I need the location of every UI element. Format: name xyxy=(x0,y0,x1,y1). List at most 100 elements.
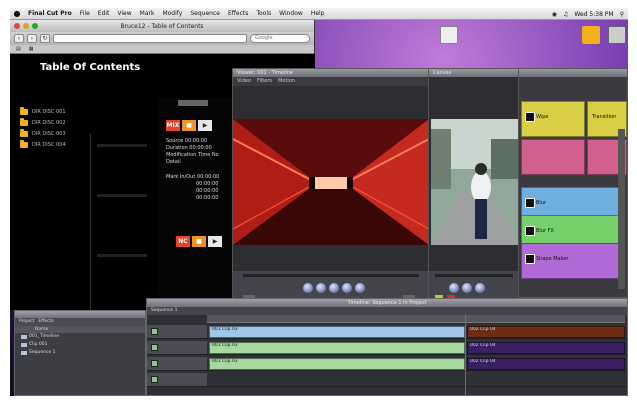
track-v1: 001 Clip 03 002 Clip 04 xyxy=(147,325,627,339)
canvas-titlebar[interactable]: Canvas xyxy=(429,69,519,77)
browser-titlebar[interactable]: Bruce12 - Table of Contents xyxy=(10,20,314,32)
tab-filters[interactable]: Filters xyxy=(257,77,272,86)
clip-info-panel: MIX ■ ▶ Source 00:00:00 Duration 00:00:0… xyxy=(158,98,236,298)
address-bar[interactable] xyxy=(53,34,247,43)
project-panel: Project Effects Name 001_Timeline Clip 0… xyxy=(14,310,146,396)
folder-list: DIR DISC 001 DIR DISC 002 DIR DISC 003 D… xyxy=(20,106,66,150)
play-button[interactable] xyxy=(329,283,339,293)
list-item[interactable]: Clip 001 xyxy=(15,341,145,349)
track-a1: 001 Clip 03 002 Clip 04 xyxy=(147,341,627,355)
tab-motion[interactable]: Motion xyxy=(278,77,295,86)
topsites-icon[interactable]: ▦ xyxy=(29,46,34,52)
timeline-clip[interactable]: 002 Clip 04 xyxy=(467,358,625,370)
clock[interactable]: Wed 5:38 PM xyxy=(574,11,613,18)
mix-controls: MIX ■ ▶ xyxy=(166,120,212,131)
timeline-clip[interactable]: 001 Clip 03 xyxy=(209,342,465,354)
track-audio-toggle[interactable] xyxy=(151,360,158,367)
effect-label: Shape Maker xyxy=(536,256,569,262)
canvas-scrubber[interactable] xyxy=(435,274,513,277)
nc-play-button[interactable]: ▶ xyxy=(208,236,222,247)
timeline-titlebar[interactable]: Timeline: Sequence 1 in Project xyxy=(147,299,627,307)
playhead[interactable] xyxy=(465,315,466,396)
project-titlebar[interactable] xyxy=(15,311,145,318)
menu-edit[interactable]: Edit xyxy=(94,10,114,17)
timeline-ruler[interactable] xyxy=(207,315,625,323)
tab-project[interactable]: Project xyxy=(19,318,34,326)
viewer-titlebar[interactable]: Viewer: 001 - Timeline xyxy=(233,69,429,77)
play-around-button[interactable] xyxy=(342,283,352,293)
canvas-play-button[interactable] xyxy=(449,283,459,293)
folder-label: DIR DISC 001 xyxy=(32,108,66,115)
apple-menu-icon[interactable]: ● xyxy=(10,9,24,18)
info-pill[interactable] xyxy=(178,100,208,106)
folder-item[interactable]: DIR DISC 003 xyxy=(20,128,66,139)
mix-play-button[interactable]: ▶ xyxy=(198,120,212,131)
nc-button[interactable]: NC xyxy=(176,236,190,247)
track-header xyxy=(147,325,207,338)
list-item[interactable]: 001_Timeline xyxy=(15,333,145,341)
menu-tools[interactable]: Tools xyxy=(252,10,275,17)
desktop-folder-icon[interactable] xyxy=(582,26,600,44)
canvas-window: Canvas xyxy=(428,68,520,306)
menu-sequence[interactable]: Sequence xyxy=(186,10,224,17)
folder-item[interactable]: DIR DISC 004 xyxy=(20,139,66,150)
column-header-name[interactable]: Name xyxy=(15,326,145,333)
mix-square-button[interactable]: ■ xyxy=(182,120,196,131)
timeline-clip[interactable]: 001 Clip 03 xyxy=(209,358,465,370)
folder-icon xyxy=(20,117,28,126)
tab-video[interactable]: Video xyxy=(237,77,251,86)
tab-sequence[interactable]: Sequence 1 xyxy=(151,307,178,315)
wipe-icon xyxy=(525,112,535,122)
track-visibility-toggle[interactable] xyxy=(151,328,158,335)
menu-effects[interactable]: Effects xyxy=(224,10,252,17)
menu-help[interactable]: Help xyxy=(307,10,329,17)
folder-item[interactable]: DIR DISC 002 xyxy=(20,117,66,128)
folder-label: DIR DISC 002 xyxy=(32,119,66,126)
timeline-clip[interactable]: 001 Clip 03 xyxy=(209,326,465,338)
project-tabs: Project Effects xyxy=(15,318,145,326)
effect-label: Transition xyxy=(592,114,617,120)
list-item[interactable]: Sequence 1 xyxy=(15,349,145,357)
menu-file[interactable]: File xyxy=(76,10,94,17)
folder-item[interactable]: DIR DISC 001 xyxy=(20,106,66,117)
effect-tile[interactable]: Wipe xyxy=(521,101,585,137)
effect-tile[interactable]: Shape Maker xyxy=(521,243,621,279)
forward-button-viewer[interactable] xyxy=(355,283,365,293)
timeline-clip[interactable]: 002 Clip 04 xyxy=(467,342,625,354)
bookmarks-icon[interactable]: ▤ xyxy=(16,46,21,52)
forward-button[interactable]: › xyxy=(27,34,37,43)
mix-button[interactable]: MIX xyxy=(166,120,180,131)
track-audio-toggle[interactable] xyxy=(151,344,158,351)
viewer-video-frame[interactable] xyxy=(233,119,429,245)
nc-square-button[interactable]: ■ xyxy=(192,236,206,247)
menu-window[interactable]: Window xyxy=(275,10,307,17)
play-in-out-button[interactable] xyxy=(316,283,326,293)
menu-mark[interactable]: Mark xyxy=(136,10,159,17)
viewer-scrubber[interactable] xyxy=(243,274,419,277)
canvas-forward-button[interactable] xyxy=(475,283,485,293)
canvas-video-frame[interactable] xyxy=(431,119,519,245)
effects-scrollbar[interactable] xyxy=(618,129,625,289)
desktop-disk-icon[interactable] xyxy=(608,26,626,44)
menu-view[interactable]: View xyxy=(113,10,135,17)
track-audio-toggle[interactable] xyxy=(151,376,158,383)
wifi-icon[interactable]: ◉ xyxy=(552,11,557,18)
menu-modify[interactable]: Modify xyxy=(158,10,186,17)
folder-icon xyxy=(20,139,28,148)
rewind-button[interactable] xyxy=(303,283,313,293)
desktop-drive-icon[interactable] xyxy=(440,26,458,44)
back-button[interactable]: ‹ xyxy=(14,34,24,43)
spotlight-icon[interactable]: ⚲ xyxy=(620,11,624,18)
effect-tile[interactable] xyxy=(521,139,585,175)
effect-label: Blur xyxy=(536,200,547,206)
volume-icon[interactable]: ♫ xyxy=(563,11,568,18)
search-field[interactable]: Google xyxy=(250,34,310,43)
timeline-clip[interactable]: 002 Clip 04 xyxy=(467,326,625,338)
nc-controls: NC ■ ▶ xyxy=(176,236,222,247)
reload-button[interactable]: ↻ xyxy=(40,34,50,43)
effects-titlebar[interactable] xyxy=(519,69,627,77)
menu-app[interactable]: Final Cut Pro xyxy=(24,10,76,17)
screen: ● Final Cut Pro File Edit View Mark Modi… xyxy=(10,8,628,396)
canvas-play-around-button[interactable] xyxy=(462,283,472,293)
tab-effects[interactable]: Effects xyxy=(38,318,53,326)
